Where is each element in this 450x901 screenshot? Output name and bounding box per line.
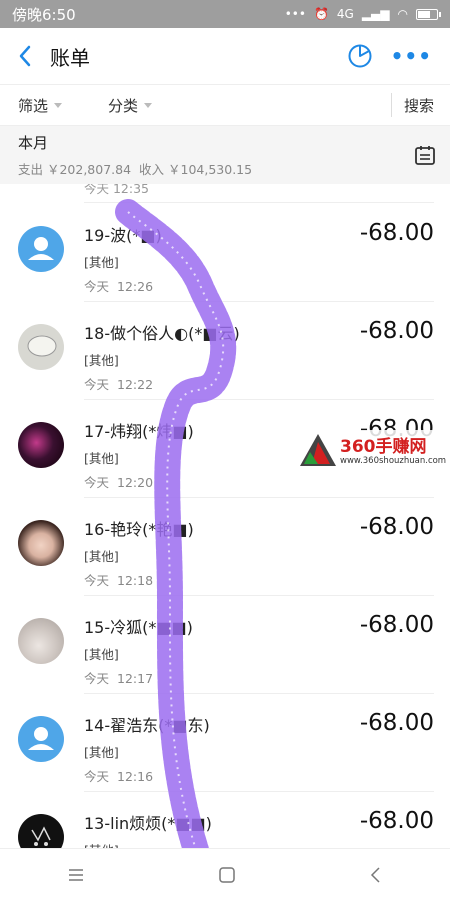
status-bar: 傍晚6:50 ••• ⏰ 4G ▂▄▆ ◠ [0, 0, 450, 28]
default-avatar [18, 716, 64, 762]
transaction-row[interactable]: 19-波(*■) [其他] 今天 12:26 -68.00 [0, 204, 450, 302]
home-icon[interactable] [218, 866, 236, 884]
row-time: 今天 12:17 [84, 671, 154, 686]
category-tag: [其他] [84, 647, 119, 662]
month-summary-bar: 本月 支出 ￥202,807.84 收入 ￥104,530.15 [0, 126, 450, 184]
transaction-row[interactable]: 14-翟浩东(*■东) [其他] 今天 12:16 -68.00 [0, 694, 450, 792]
category-tag: [其他] [84, 451, 119, 466]
row-time: 今天 12:18 [84, 573, 154, 588]
month-totals: 支出 ￥202,807.84 收入 ￥104,530.15 [18, 159, 432, 178]
photo-avatar [18, 814, 64, 848]
alarm-icon: ⏰ [313, 7, 329, 21]
amount: -68.00 [359, 710, 434, 736]
category-tag: [其他] [84, 353, 119, 368]
amount: -68.00 [359, 318, 434, 344]
photo-avatar [18, 324, 64, 370]
photo-avatar [18, 520, 64, 566]
signal-icon: ▂▄▆ [361, 7, 390, 21]
page-title: 账单 [50, 45, 90, 70]
watermark-text: 360手赚网 [340, 437, 427, 457]
payer-name: 15-冷狐(*■■) [84, 618, 193, 637]
photo-avatar [18, 618, 64, 664]
watermark: 360手赚网 www.360shouzhuan.com [296, 430, 446, 470]
battery-icon [416, 8, 441, 20]
default-avatar [18, 226, 64, 272]
amount: -68.00 [359, 514, 434, 540]
system-nav-bar [0, 848, 450, 901]
category-tag: [其他] [84, 549, 119, 564]
watermark-url: www.360shouzhuan.com [340, 456, 447, 466]
category-tag: [其他] [84, 745, 119, 760]
more-dots-icon: ••• [284, 7, 306, 21]
menu-icon[interactable] [67, 867, 85, 883]
network-label: 4G [336, 7, 354, 21]
title-bar: 账单 ••• [0, 28, 450, 84]
calendar-button[interactable] [414, 144, 436, 170]
amount: -68.00 [359, 220, 434, 246]
wifi-icon: ◠ [397, 7, 408, 21]
caret-down-icon [54, 102, 63, 108]
nav-back-icon[interactable] [369, 866, 383, 884]
partial-row-time: 今天 12:35 [84, 184, 149, 196]
status-icons: ••• ⏰ 4G ▂▄▆ ◠ [284, 7, 441, 21]
back-arrow-icon [19, 45, 31, 67]
expense-total: 支出 ￥202,807.84 [18, 162, 132, 177]
search-label: 搜索 [403, 96, 434, 115]
income-total: 收入 ￥104,530.15 [139, 162, 253, 177]
transaction-row[interactable]: 13-lin烦烦(*■■) [其他] -68.00 [0, 792, 450, 848]
row-time: 今天 12:16 [84, 769, 154, 784]
watermark-logo-icon [300, 434, 336, 466]
caret-down-icon [144, 102, 153, 108]
payer-name: 18-做个俗人◐(*■云) [84, 324, 240, 343]
category-dropdown[interactable]: 分类 [108, 95, 153, 116]
transaction-row[interactable]: 18-做个俗人◐(*■云) [其他] 今天 12:22 -68.00 [0, 302, 450, 400]
payer-name: 19-波(*■) [84, 226, 162, 245]
payer-name: 17-炜翔(*炜■) [84, 422, 194, 441]
amount: -68.00 [359, 612, 434, 638]
back-button[interactable] [0, 28, 50, 84]
transaction-list: 今天 12:35 19-波(*■) [其他] 今天 12:26 -68.00 18… [0, 184, 450, 848]
filter-dropdown[interactable]: 筛选 [18, 95, 63, 116]
transaction-row[interactable]: 15-冷狐(*■■) [其他] 今天 12:17 -68.00 [0, 596, 450, 694]
status-time: 傍晚6:50 [12, 5, 76, 24]
photo-avatar [18, 422, 64, 468]
more-button[interactable]: ••• [391, 44, 432, 68]
filter-bar: 筛选 分类 搜索 [0, 84, 450, 126]
payer-name: 16-艳玲(*艳■) [84, 520, 194, 539]
payer-name: 14-翟浩东(*■东) [84, 716, 210, 735]
payer-name: 13-lin烦烦(*■■) [84, 814, 212, 833]
filter-label: 筛选 [18, 96, 49, 115]
transaction-row[interactable]: 16-艳玲(*艳■) [其他] 今天 12:18 -68.00 [0, 498, 450, 596]
pie-chart-icon[interactable] [347, 43, 373, 69]
calendar-icon [415, 146, 435, 165]
month-label: 本月 [18, 134, 49, 152]
category-label: 分类 [108, 96, 139, 115]
category-tag: [其他] [84, 255, 119, 270]
search-button[interactable]: 搜索 [390, 93, 450, 117]
row-time: 今天 12:20 [84, 475, 154, 490]
row-time: 今天 12:22 [84, 377, 154, 392]
category-tag: [其他] [84, 840, 119, 848]
row-time: 今天 12:26 [84, 279, 154, 294]
amount: -68.00 [359, 808, 434, 834]
